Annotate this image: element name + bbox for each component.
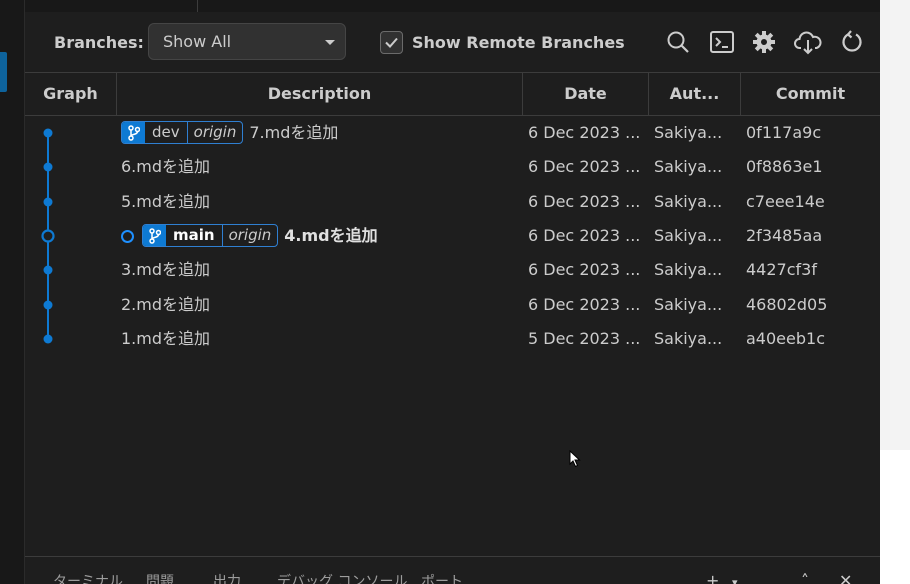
commit-message: 2.mdを追加 bbox=[121, 295, 211, 314]
tab-problems[interactable]: 問題 bbox=[146, 571, 174, 584]
refresh-icon[interactable] bbox=[839, 29, 865, 55]
commit-message: 1.mdを追加 bbox=[121, 329, 211, 348]
commit-message: 3.mdを追加 bbox=[121, 260, 211, 279]
commit-message: 6.mdを追加 bbox=[121, 157, 211, 176]
commit-date: 5 Dec 2023 ... bbox=[528, 329, 641, 348]
tab-output[interactable]: 出力 bbox=[213, 571, 241, 584]
show-remote-branches-checkbox[interactable] bbox=[380, 31, 403, 54]
commit-author: Sakiya... bbox=[654, 226, 723, 245]
commit-row[interactable]: 5.mdを追加 6 Dec 2023 ... Sakiya... c7eee14… bbox=[25, 185, 880, 219]
commit-hash: 46802d05 bbox=[746, 295, 828, 314]
commit-author: Sakiya... bbox=[654, 192, 723, 211]
branch-ref-name: main bbox=[166, 225, 223, 246]
head-indicator-icon bbox=[121, 230, 134, 243]
commit-message: 7.mdを追加 bbox=[249, 123, 339, 142]
commit-author: Sakiya... bbox=[654, 157, 723, 176]
commit-row[interactable]: 2.mdを追加 6 Dec 2023 ... Sakiya... 46802d0… bbox=[25, 288, 880, 322]
commit-author: Sakiya... bbox=[654, 260, 723, 279]
branch-ref-remote: origin bbox=[228, 226, 272, 244]
activity-bar-active-indicator[interactable] bbox=[0, 52, 7, 92]
show-remote-branches-label[interactable]: Show Remote Branches bbox=[412, 33, 625, 52]
commit-author: Sakiya... bbox=[654, 123, 723, 142]
commit-hash: a40eeb1c bbox=[746, 329, 825, 348]
commit-message: 5.mdを追加 bbox=[121, 192, 211, 211]
column-header-graph[interactable]: Graph bbox=[25, 73, 116, 115]
cloud-download-icon[interactable] bbox=[793, 29, 823, 55]
tab-terminal[interactable]: ターミナル bbox=[53, 571, 123, 584]
branch-ref-badge[interactable]: dev origin bbox=[121, 121, 244, 144]
background-window-edge bbox=[880, 0, 910, 584]
branch-select[interactable]: Show All bbox=[148, 23, 346, 60]
commit-hash: 0f8863e1 bbox=[746, 157, 823, 176]
column-header-author[interactable]: Aut... bbox=[649, 73, 740, 115]
branch-icon bbox=[143, 225, 166, 246]
tab-ports[interactable]: ポート bbox=[421, 571, 463, 584]
mouse-cursor-icon bbox=[569, 450, 581, 468]
commit-message: 4.mdを追加 bbox=[284, 226, 378, 245]
commit-date: 6 Dec 2023 ... bbox=[528, 226, 641, 245]
tab-debug-console[interactable]: デバッグ コンソール bbox=[277, 571, 407, 584]
branches-label: Branches: bbox=[54, 33, 144, 52]
commit-date: 6 Dec 2023 ... bbox=[528, 192, 641, 211]
commit-description: main origin 4.mdを追加 bbox=[121, 219, 519, 253]
git-graph-panel: Branches: Show All Show Remote Branches bbox=[25, 12, 880, 584]
branch-ref-badge-head[interactable]: main origin bbox=[142, 224, 279, 247]
commit-row[interactable]: 1.mdを追加 5 Dec 2023 ... Sakiya... a40eeb1… bbox=[25, 322, 880, 356]
commit-date: 6 Dec 2023 ... bbox=[528, 157, 641, 176]
commit-description: dev origin 7.mdを追加 bbox=[121, 116, 519, 150]
commit-author: Sakiya... bbox=[654, 295, 723, 314]
git-graph-toolbar: Branches: Show All Show Remote Branches bbox=[25, 12, 880, 72]
commit-hash: c7eee14e bbox=[746, 192, 825, 211]
branch-select-value: Show All bbox=[163, 32, 232, 51]
commit-row[interactable]: dev origin 7.mdを追加 6 Dec 2023 ... Sakiya… bbox=[25, 116, 880, 150]
commit-date: 6 Dec 2023 ... bbox=[528, 260, 641, 279]
column-header-date[interactable]: Date bbox=[523, 73, 648, 115]
commit-row[interactable]: 6.mdを追加 6 Dec 2023 ... Sakiya... 0f8863e… bbox=[25, 150, 880, 184]
commit-row[interactable]: 3.mdを追加 6 Dec 2023 ... Sakiya... 4427cf3… bbox=[25, 253, 880, 287]
title-strip bbox=[0, 0, 910, 12]
chevron-down-icon bbox=[325, 40, 335, 45]
branch-ref-name: dev bbox=[145, 122, 188, 143]
close-icon[interactable]: ✕ bbox=[839, 571, 852, 584]
search-icon[interactable] bbox=[665, 29, 691, 55]
commit-hash: 0f117a9c bbox=[746, 123, 822, 142]
commit-table-header: Graph Description Date Aut... Commit bbox=[25, 72, 880, 116]
commit-row[interactable]: main origin 4.mdを追加 6 Dec 2023 ... Sakiy… bbox=[25, 219, 880, 253]
more-icon[interactable]: … bbox=[763, 571, 779, 584]
chevron-up-icon[interactable]: ˄ bbox=[801, 571, 809, 584]
chevron-down-icon[interactable]: ▾ bbox=[732, 576, 738, 584]
commit-author: Sakiya... bbox=[654, 329, 723, 348]
column-header-commit[interactable]: Commit bbox=[741, 73, 880, 115]
commit-date: 6 Dec 2023 ... bbox=[528, 123, 641, 142]
bottom-panel-tabs: ターミナル 問題 出力 デバッグ コンソール ポート + ▾ … ˄ ✕ bbox=[25, 556, 880, 584]
branch-icon bbox=[122, 122, 145, 143]
check-icon bbox=[385, 37, 398, 48]
commit-date: 6 Dec 2023 ... bbox=[528, 295, 641, 314]
column-header-description[interactable]: Description bbox=[117, 73, 522, 115]
branch-ref-remote: origin bbox=[193, 123, 237, 141]
commit-hash: 2f3485aa bbox=[746, 226, 823, 245]
activity-bar bbox=[0, 0, 25, 584]
commit-hash: 4427cf3f bbox=[746, 260, 817, 279]
terminal-icon[interactable] bbox=[709, 29, 735, 55]
gear-icon[interactable] bbox=[751, 29, 777, 55]
plus-icon[interactable]: + bbox=[706, 571, 719, 584]
